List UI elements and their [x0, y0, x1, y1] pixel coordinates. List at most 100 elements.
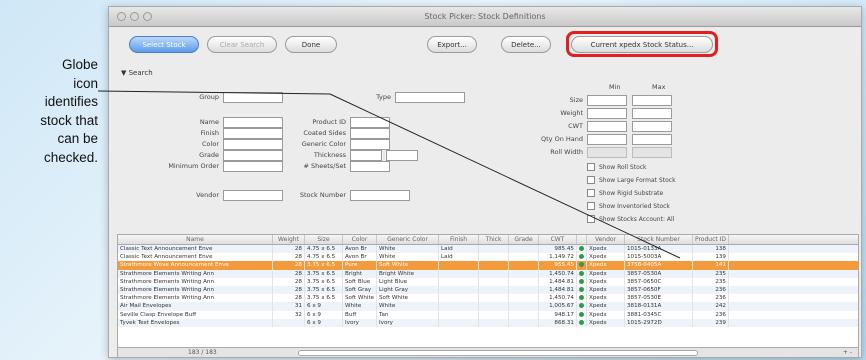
- zoom-window-button[interactable]: [143, 12, 152, 21]
- table-cell: [479, 261, 509, 270]
- done-button[interactable]: Done: [285, 36, 337, 53]
- select-stock-button[interactable]: Select Stock: [129, 36, 199, 53]
- table-cell: 236: [693, 285, 729, 295]
- globe-icon: [579, 311, 584, 317]
- table-cell: 1,484.81: [539, 285, 577, 295]
- table-row[interactable]: Air Mail Envelopes 31 6 x 9 White White 1,005…: [118, 302, 858, 311]
- qty-on-hand-min-field[interactable]: [587, 134, 627, 145]
- table-cell: Xpedx: [587, 261, 625, 270]
- table-row[interactable]: Tyvek Text Envelopes 6 x 9 Ivory Ivory 868.3…: [118, 318, 858, 327]
- table-cell: Xpedx: [587, 245, 625, 254]
- table-cell: Seville Clasp Envelope Buff: [118, 310, 273, 319]
- window-controls: [117, 12, 152, 21]
- column-header[interactable]: Size: [305, 235, 343, 244]
- column-header[interactable]: Grade: [509, 235, 539, 244]
- weight-max-field[interactable]: [632, 108, 672, 119]
- table-row[interactable]: Strathmore Elements Writing Ann 28 3.75 x …: [118, 269, 858, 278]
- table-cell: [479, 245, 509, 254]
- product-id-field[interactable]: [350, 117, 390, 128]
- column-header[interactable]: Vendor: [587, 235, 625, 244]
- table-cell: [509, 302, 539, 311]
- column-header[interactable]: Product ID: [693, 235, 729, 244]
- table-row[interactable]: Seville Clasp Envelope Buff 32 6 x 9 Buff Ta…: [118, 310, 858, 319]
- window-title: Stock Picker: Stock Definitions: [424, 12, 546, 21]
- stock-number-field[interactable]: [350, 190, 410, 201]
- show-roll-stock-checkbox[interactable]: [587, 163, 595, 171]
- size-max-field[interactable]: [632, 95, 672, 106]
- roll-width-min-field[interactable]: [587, 147, 627, 158]
- clear-search-button[interactable]: Clear Search: [207, 36, 277, 53]
- table-cell: 239: [693, 318, 729, 327]
- column-header[interactable]: Thick: [479, 235, 509, 244]
- table-cell: 3881-0345C: [625, 310, 693, 319]
- color-label: Color: [202, 140, 219, 148]
- coated-sides-field[interactable]: [350, 128, 390, 139]
- table-cell: 138: [693, 245, 729, 254]
- table-cell: [509, 310, 539, 319]
- column-header[interactable]: [577, 235, 587, 244]
- type-field[interactable]: [395, 92, 465, 103]
- roll-width-max-field[interactable]: [632, 147, 672, 158]
- table-cell: [439, 318, 479, 327]
- weight-min-field[interactable]: [587, 108, 627, 119]
- globe-icon: [579, 262, 584, 268]
- table-cell: [509, 318, 539, 327]
- show-rigid-substrate-checkbox[interactable]: [587, 189, 595, 197]
- column-header[interactable]: Generic Color: [377, 235, 439, 244]
- generic-color-field[interactable]: [350, 139, 390, 150]
- grade-label: Grade: [199, 151, 219, 159]
- table-row[interactable]: Strathmore Elements Writing Ann 28 3.75 x …: [118, 294, 858, 303]
- horizontal-scrollbar[interactable]: [298, 350, 698, 356]
- table-cell: 868.31: [539, 318, 577, 327]
- minimum-order-label: Minimum Order: [168, 162, 219, 170]
- thickness-min-field[interactable]: [350, 150, 382, 161]
- table-row[interactable]: Classic Text Announcement Enve 28 4.75 x 6…: [118, 245, 858, 254]
- group-field[interactable]: [223, 92, 283, 103]
- minimize-window-button[interactable]: [130, 12, 139, 21]
- delete-button[interactable]: Delete...: [501, 36, 551, 53]
- column-header[interactable]: CWT: [539, 235, 577, 244]
- show-rigid-substrate-label: Show Rigid Substrate: [599, 190, 664, 197]
- table-row[interactable]: Strathmore Elements Writing Ann 28 3.75 x …: [118, 277, 858, 286]
- globe-icon-cell: [577, 285, 587, 295]
- show-inventoried-checkbox[interactable]: [587, 202, 595, 210]
- max-column-header: Max: [652, 83, 666, 91]
- table-row[interactable]: Classic Text Announcement Enve 28 4.75 x 6…: [118, 253, 858, 262]
- callout-line: identifies: [44, 94, 98, 109]
- table-cell: 28: [273, 277, 305, 286]
- coated-sides-label: Coated Sides: [303, 129, 346, 137]
- cwt-min-field[interactable]: [587, 121, 627, 132]
- table-cell: Strathmore Elements Writing Ann: [118, 277, 273, 286]
- table-row[interactable]: Strathmore Wove Announcement Enve 28 3.75 …: [118, 261, 858, 270]
- show-inventoried-label: Show Inventoried Stock: [599, 203, 670, 210]
- close-window-button[interactable]: [117, 12, 126, 21]
- table-cell: [509, 285, 539, 295]
- export-button[interactable]: Export...: [427, 36, 477, 53]
- thickness-max-field[interactable]: [386, 150, 418, 161]
- sheets-per-set-field[interactable]: [350, 161, 390, 172]
- column-header[interactable]: Finish: [439, 235, 479, 244]
- qty-on-hand-max-field[interactable]: [632, 134, 672, 145]
- search-toggle[interactable]: ▼ Search: [121, 69, 153, 77]
- table-header: Name Weight Size Color Generic Color Finish Th…: [118, 235, 858, 245]
- column-header[interactable]: Weight: [273, 235, 305, 244]
- show-large-format-checkbox[interactable]: [587, 176, 595, 184]
- column-header[interactable]: Color: [343, 235, 377, 244]
- table-cell: Strathmore Elements Writing Ann: [118, 285, 273, 295]
- table-cell: Bright: [343, 269, 377, 278]
- table-cell: Strathmore Wove Announcement Enve: [118, 261, 273, 270]
- table-cell: Ivory: [343, 318, 377, 327]
- size-min-field[interactable]: [587, 95, 627, 106]
- add-remove-buttons[interactable]: + -: [843, 349, 852, 356]
- table-row[interactable]: Strathmore Elements Writing Ann 28 3.75 x …: [118, 285, 858, 295]
- show-stocks-account-label: Show Stocks Account: All: [599, 216, 675, 223]
- generic-color-label: Generic Color: [301, 140, 346, 148]
- globe-icon-cell: [577, 318, 587, 327]
- column-header[interactable]: Stock Number: [625, 235, 693, 244]
- column-header[interactable]: Name: [118, 235, 273, 244]
- globe-icon: [579, 303, 584, 309]
- globe-icon: [579, 295, 584, 301]
- cwt-max-field[interactable]: [632, 121, 672, 132]
- show-stocks-account-checkbox[interactable]: [587, 215, 595, 223]
- table-cell: [509, 294, 539, 303]
